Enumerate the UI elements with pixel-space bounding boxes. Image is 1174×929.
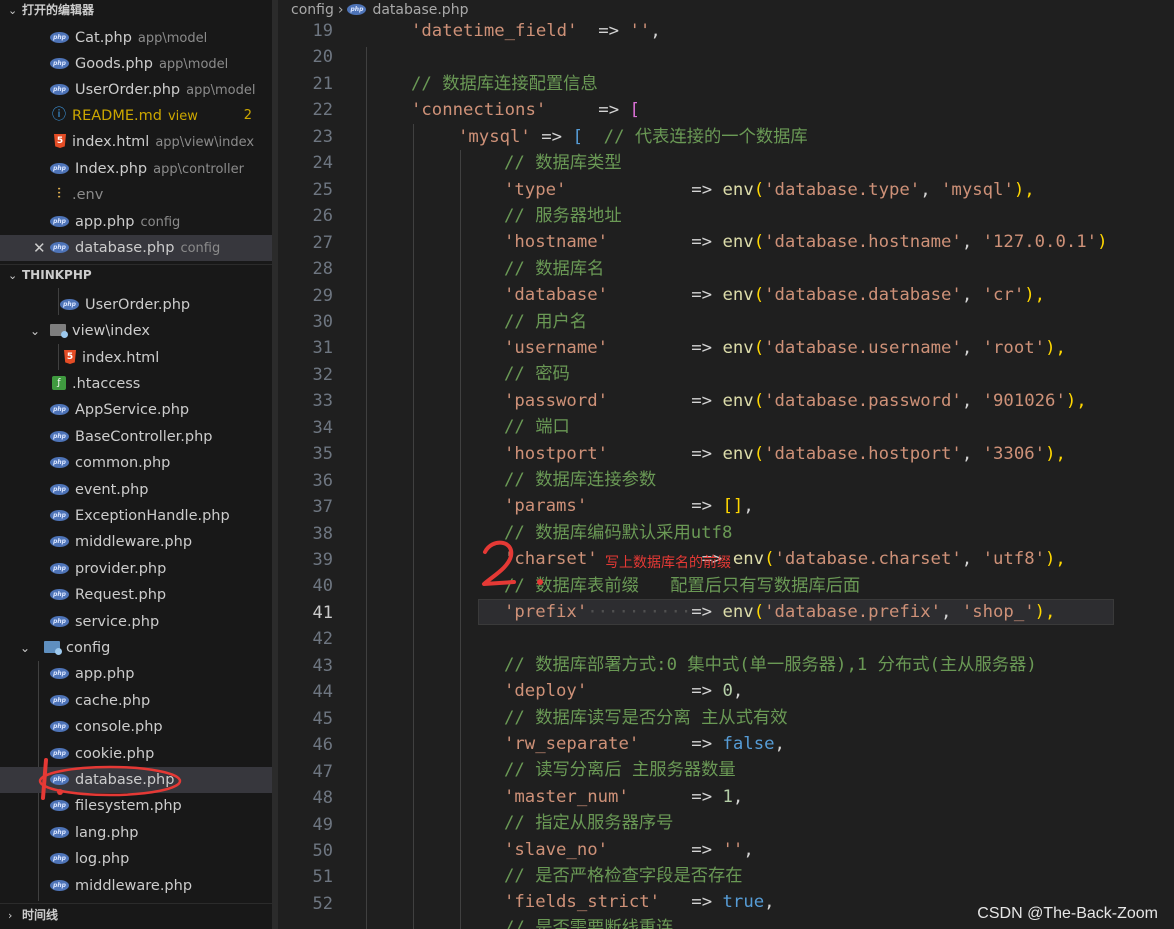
watermark: CSDN @The-Back-Zoom xyxy=(977,905,1158,922)
annotation-overlay-2 xyxy=(482,540,543,586)
red-dot-mark xyxy=(57,789,63,795)
red-stroke-mark xyxy=(41,758,48,800)
red-number-two-mark xyxy=(482,540,516,586)
annotation-overlay-1 xyxy=(38,758,182,800)
code-editor[interactable]: config › php database.php 19 20 21 22 23 24 25 26 2… xyxy=(278,0,1174,929)
sidebar: ⌄ 打开的编辑器 php Cat.php app\model php Goods.php… xyxy=(0,0,272,929)
red-dot-mark xyxy=(537,579,543,585)
